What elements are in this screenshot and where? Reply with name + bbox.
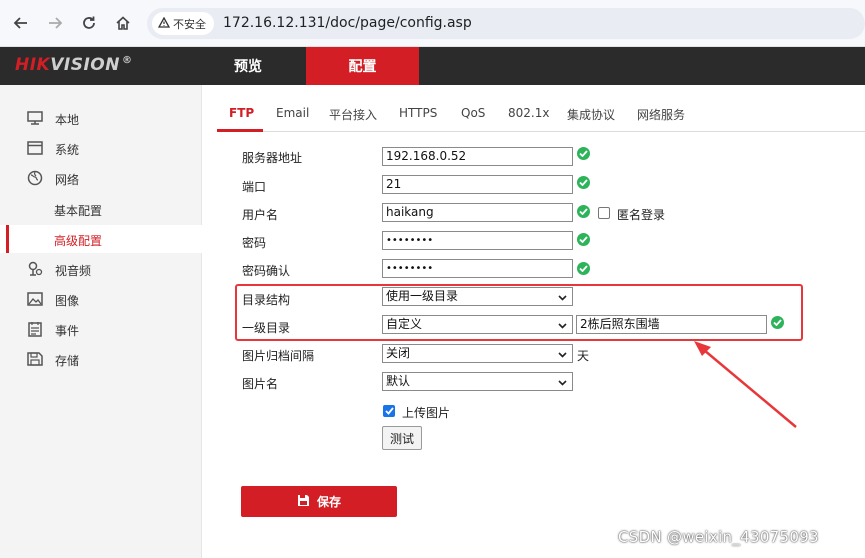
tab-preview[interactable]: 预览 xyxy=(198,47,298,85)
sidebar-item-storage[interactable]: 存储 xyxy=(0,345,202,373)
password-input[interactable]: •••••••• xyxy=(382,231,573,250)
check-ok-icon xyxy=(577,176,590,189)
anonymous-login-checkbox[interactable] xyxy=(598,207,610,219)
sidebar-item-video-audio[interactable]: 视音频 xyxy=(0,255,202,283)
sidebar-item-label: 本地 xyxy=(55,113,80,127)
chevron-down-icon xyxy=(557,319,568,330)
check-ok-icon xyxy=(771,316,784,329)
directory-structure-label: 目录结构 xyxy=(242,293,291,307)
check-ok-icon xyxy=(577,262,590,275)
custom-directory-input[interactable]: 2栋后照东围墙 xyxy=(576,315,767,334)
anonymous-login-label: 匿名登录 xyxy=(617,208,666,222)
browser-toolbar: 不安全 172.16.12.131/doc/page/config.asp xyxy=(0,0,865,47)
system-window-icon xyxy=(26,140,44,156)
sub-tab-bar: FTP Email 平台接入 HTTPS QoS 802.1x 集成协议 网络服… xyxy=(217,98,865,132)
sidebar-item-basic-config[interactable]: 基本配置 xyxy=(0,195,202,223)
insecure-label: 不安全 xyxy=(173,17,206,31)
app-header: HIKVISION ® 预览 配置 xyxy=(0,47,865,85)
chevron-down-icon xyxy=(557,376,568,387)
save-button[interactable]: 保存 xyxy=(241,486,397,517)
tab-8021x[interactable]: 802.1x xyxy=(508,106,549,120)
monitor-icon xyxy=(26,110,44,126)
archive-interval-select[interactable]: 关闭 xyxy=(382,344,573,363)
globe-icon xyxy=(26,170,44,186)
test-button[interactable]: 测试 xyxy=(382,426,422,450)
check-ok-icon xyxy=(577,205,590,218)
check-ok-icon xyxy=(577,233,590,246)
sidebar: 本地 系统 网络 基本配置 高级配置 视音频 图像 事件 存储 xyxy=(0,85,202,558)
username-label: 用户名 xyxy=(242,208,279,222)
chevron-down-icon xyxy=(557,291,568,302)
port-label: 端口 xyxy=(242,180,267,194)
image-icon xyxy=(26,291,44,307)
level1-directory-select[interactable]: 自定义 xyxy=(382,315,573,334)
username-input[interactable]: haikang xyxy=(382,203,573,222)
upload-picture-checkbox[interactable] xyxy=(383,405,395,417)
directory-structure-select[interactable]: 使用一级目录 xyxy=(382,287,573,306)
sidebar-item-image[interactable]: 图像 xyxy=(0,285,202,313)
level1-directory-value: 自定义 xyxy=(386,317,423,331)
tab-https[interactable]: HTTPS xyxy=(399,106,437,120)
tab-integration-protocol[interactable]: 集成协议 xyxy=(567,106,615,123)
password-label: 密码 xyxy=(242,236,267,250)
forward-icon[interactable] xyxy=(45,13,65,33)
microphone-icon xyxy=(26,261,44,277)
active-tab-underline xyxy=(217,129,263,132)
sidebar-item-network[interactable]: 网络 xyxy=(0,164,202,192)
reload-icon[interactable] xyxy=(79,13,99,33)
archive-interval-value: 关闭 xyxy=(386,346,411,360)
back-icon[interactable] xyxy=(11,13,31,33)
sidebar-item-label: 网络 xyxy=(55,173,80,187)
warning-triangle-icon xyxy=(157,16,171,31)
port-input[interactable]: 21 xyxy=(382,175,573,194)
picture-name-value: 默认 xyxy=(386,374,411,388)
sidebar-item-label: 图像 xyxy=(55,294,80,308)
tab-email[interactable]: Email xyxy=(276,106,309,120)
address-bar[interactable]: 不安全 172.16.12.131/doc/page/config.asp xyxy=(147,8,865,39)
hikvision-logo: HIKVISION ® xyxy=(15,55,133,75)
server-address-input[interactable]: 192.168.0.52 xyxy=(382,147,573,166)
site-security-chip[interactable]: 不安全 xyxy=(152,12,214,35)
save-button-label: 保存 xyxy=(316,495,341,509)
confirm-password-label: 密码确认 xyxy=(242,264,291,278)
picture-name-select[interactable]: 默认 xyxy=(382,372,573,391)
check-ok-icon xyxy=(577,147,590,160)
home-icon[interactable] xyxy=(113,13,133,33)
tab-network-service[interactable]: 网络服务 xyxy=(637,106,685,123)
floppy-disk-icon xyxy=(297,494,310,510)
sidebar-item-label: 视音频 xyxy=(55,264,92,278)
sidebar-item-advanced-config[interactable]: 高级配置 xyxy=(0,225,202,253)
sidebar-item-local[interactable]: 本地 xyxy=(0,104,202,132)
sidebar-item-label: 基本配置 xyxy=(54,204,103,218)
sidebar-item-system[interactable]: 系统 xyxy=(0,134,202,162)
sidebar-item-label: 存储 xyxy=(55,354,80,368)
floppy-disk-icon xyxy=(26,351,44,367)
tab-platform-access[interactable]: 平台接入 xyxy=(329,106,377,123)
interval-unit-label: 天 xyxy=(577,349,590,363)
watermark: CSDN @weixin_43075093 xyxy=(618,528,819,546)
sidebar-item-label: 事件 xyxy=(55,324,80,338)
annotation-arrow xyxy=(694,341,797,428)
tab-config[interactable]: 配置 xyxy=(306,47,419,85)
upload-picture-label: 上传图片 xyxy=(402,406,451,420)
level1-directory-label: 一级目录 xyxy=(242,321,291,335)
sidebar-item-label: 高级配置 xyxy=(54,234,103,248)
event-list-icon xyxy=(26,321,44,337)
sidebar-item-event[interactable]: 事件 xyxy=(0,315,202,343)
picture-name-label: 图片名 xyxy=(242,377,279,391)
archive-interval-label: 图片归档间隔 xyxy=(242,349,315,363)
tab-ftp[interactable]: FTP xyxy=(229,106,254,120)
tab-qos[interactable]: QoS xyxy=(461,106,485,120)
confirm-password-input[interactable]: •••••••• xyxy=(382,259,573,278)
sidebar-item-label: 系统 xyxy=(55,143,80,157)
url-text[interactable]: 172.16.12.131/doc/page/config.asp xyxy=(223,15,472,31)
directory-structure-value: 使用一级目录 xyxy=(386,289,459,303)
server-address-label: 服务器地址 xyxy=(242,151,303,165)
chevron-down-icon xyxy=(557,348,568,359)
